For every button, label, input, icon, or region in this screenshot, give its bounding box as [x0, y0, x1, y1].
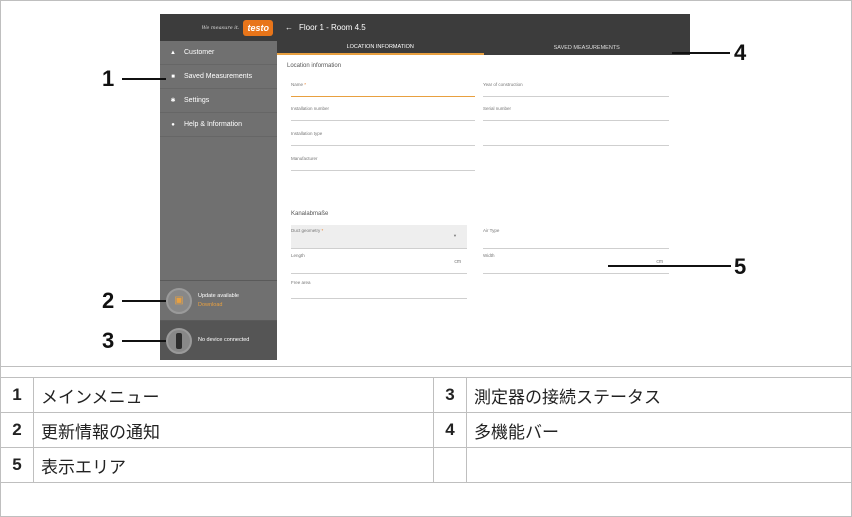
legend-text: 更新情報の通知: [33, 412, 434, 448]
menu-item-saved-measurements[interactable]: ■ Saved Measurements: [160, 65, 277, 89]
floppy-icon: ■: [171, 73, 175, 80]
gear-icon: ✱: [170, 98, 176, 104]
sidebar-status: ▣ Update available Download No device con…: [160, 280, 277, 360]
length-field[interactable]: Length cm: [291, 250, 467, 274]
legend-row: 5 表示エリア: [0, 447, 852, 483]
legend-row: 2 更新情報の通知 4 多機能バー: [0, 412, 852, 448]
legend-num: 1: [0, 377, 34, 413]
manufacturer-field[interactable]: Manufacturer: [291, 153, 475, 171]
update-icon: ▣: [166, 287, 192, 314]
device-status-text: No device connected: [198, 337, 250, 343]
menu-item-settings[interactable]: ✱ Settings: [160, 89, 277, 113]
callout-3-line: [122, 340, 166, 342]
logo-bar: We measure it. testo: [160, 14, 277, 41]
app-window: We measure it. testo ▲ Customer ■ Saved Me…: [160, 14, 690, 360]
menu-item-customer[interactable]: ▲ Customer: [160, 41, 277, 65]
legend-num: 4: [433, 412, 467, 448]
callout-1: 1: [102, 66, 115, 91]
back-arrow-icon[interactable]: ←: [285, 23, 293, 32]
dropdown-arrow-icon: ▼: [453, 233, 457, 238]
legend-text: 多機能バー: [466, 412, 852, 448]
installation-number-field[interactable]: Installation number: [291, 103, 475, 121]
legend-text: 測定器の接続ステータス: [466, 377, 852, 413]
length-unit: cm: [454, 259, 461, 265]
callout-5: 5: [734, 254, 747, 279]
legend-num: 3: [433, 377, 467, 413]
callout-3: 3: [102, 328, 115, 353]
menu-item-label: Customer: [184, 49, 215, 56]
title-bar: ← Floor 1 - Room 4.5: [277, 14, 690, 41]
tab-saved-measurements[interactable]: SAVED MEASUREMENTS: [484, 41, 691, 55]
callout-1-line: [122, 78, 166, 80]
brand-logo: testo: [243, 19, 273, 36]
callout-2-line: [122, 300, 166, 302]
main-area: ← Floor 1 - Room 4.5 LOCATION INFORMATIO…: [277, 14, 690, 360]
person-icon: ▲: [170, 49, 176, 56]
page-title: Floor 1 - Room 4.5: [299, 23, 366, 32]
free-area-field[interactable]: Free area: [291, 277, 467, 299]
menu-item-label: Saved Measurements: [184, 73, 253, 80]
info-icon: ●: [171, 121, 175, 128]
menu-item-label: Settings: [184, 97, 210, 104]
installation-type-field[interactable]: Installation type: [291, 128, 475, 146]
callout-4: 4: [734, 40, 747, 65]
year-field[interactable]: Year of construction: [483, 79, 669, 97]
air-type-field[interactable]: Air Type: [483, 225, 669, 249]
function-bar: LOCATION INFORMATION SAVED MEASUREMENTS: [277, 41, 690, 55]
duct-geometry-dropdown[interactable]: Duct geometry * ▼: [291, 225, 467, 249]
legend-num: 5: [0, 447, 34, 483]
brand-tagline: We measure it.: [201, 24, 240, 31]
blank-field[interactable]: [483, 128, 669, 146]
legend-row: 1 メインメニュー 3 測定器の接続ステータス: [0, 377, 852, 413]
legend-text: メインメニュー: [33, 377, 434, 413]
callout-2: 2: [102, 288, 115, 313]
legend-table: 1 メインメニュー 3 測定器の接続ステータス 2 更新情報の通知 4 多機能バ…: [0, 377, 852, 483]
callout-4-line: [672, 52, 730, 54]
legend-num: [433, 447, 467, 483]
sidebar: We measure it. testo ▲ Customer ■ Saved Me…: [160, 14, 277, 360]
probe-icon: [166, 327, 192, 354]
device-status: No device connected: [160, 320, 277, 360]
width-field[interactable]: Width cm: [483, 250, 669, 274]
menu-item-label: Help & Information: [184, 121, 242, 128]
menu-item-help[interactable]: ● Help & Information: [160, 113, 277, 137]
display-area: Location information Name * Year of cons…: [277, 55, 690, 360]
tab-location-information[interactable]: LOCATION INFORMATION: [277, 41, 484, 55]
main-menu: ▲ Customer ■ Saved Measurements ✱ Settings …: [160, 41, 277, 137]
section-location-info: Location information: [287, 63, 342, 69]
section-duct-dimensions: Kanalabmaße: [291, 211, 329, 217]
update-title: Update available: [198, 292, 239, 299]
legend-text: 表示エリア: [33, 447, 434, 483]
name-field[interactable]: Name *: [291, 79, 475, 97]
serial-number-field[interactable]: Serial number: [483, 103, 669, 121]
legend-num: 2: [0, 412, 34, 448]
update-notification[interactable]: ▣ Update available Download: [160, 280, 277, 320]
callout-5-line: [608, 265, 731, 267]
download-link[interactable]: Download: [198, 301, 239, 310]
legend-text: [466, 447, 852, 483]
